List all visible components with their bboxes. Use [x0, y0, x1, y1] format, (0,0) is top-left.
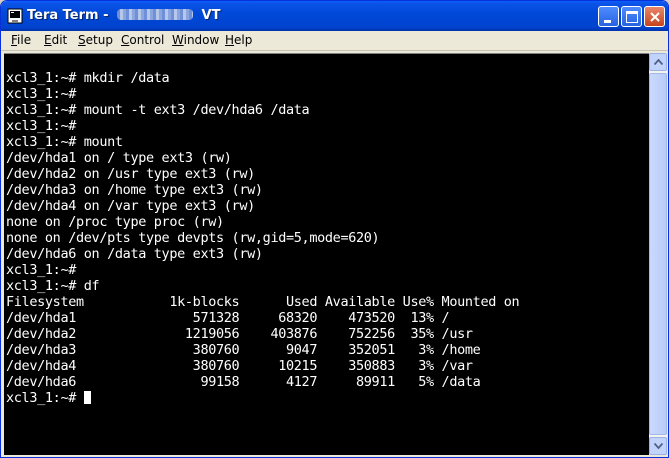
window-title: Tera Term - VT: [27, 8, 221, 23]
tera-term-app-icon[interactable]: [7, 8, 23, 24]
terminal-line: /dev/hda3 on /home type ext3 (rw): [6, 182, 263, 198]
close-button[interactable]: [644, 6, 665, 27]
menu-window[interactable]: Window: [172, 33, 219, 47]
terminal-line: none on /proc type proc (rw): [6, 214, 224, 230]
terminal-line: xcl3_1:~# mount: [6, 134, 123, 150]
minimize-icon: [604, 20, 611, 23]
terminal-line: /dev/hda6 on /data type ext3 (rw): [6, 246, 263, 262]
terminal-line: /dev/hda4 380760 10215 350883 3% /var: [6, 358, 473, 374]
scrollbar-thumb[interactable]: [649, 73, 667, 435]
terminal-line: xcl3_1:~#: [6, 86, 76, 102]
prompt-text: xcl3_1:~#: [6, 390, 84, 406]
text-cursor: [83, 391, 91, 404]
title-prefix: Tera Term -: [27, 8, 114, 23]
terminal-line: xcl3_1:~#: [6, 262, 76, 278]
terminal-prompt-line: xcl3_1:~#: [6, 390, 91, 406]
menu-bar: File Edit Setup Control Window Help: [1, 31, 668, 51]
terminal-line: /dev/hda2 on /usr type ext3 (rw): [6, 166, 255, 182]
terminal-line: /dev/hda2 1219056 403876 752256 35% /usr: [6, 326, 473, 342]
arrow-up-icon: [654, 59, 663, 65]
terminal-screen[interactable]: xcl3_1:~# mkdir /data xcl3_1:~# xcl3_1:~…: [4, 53, 649, 455]
terminal-line: xcl3_1:~# mount -t ext3 /dev/hda6 /data: [6, 102, 310, 118]
maximize-button[interactable]: [621, 6, 642, 27]
menu-control[interactable]: Control: [121, 33, 164, 47]
arrow-down-icon: [654, 443, 663, 449]
terminal-line: /dev/hda1 on / type ext3 (rw): [6, 150, 232, 166]
menu-file[interactable]: File: [11, 33, 31, 47]
terminal-line: none on /dev/pts type devpts (rw,gid=5,m…: [6, 230, 380, 246]
menu-edit[interactable]: Edit: [44, 33, 67, 47]
scroll-up-button[interactable]: [649, 53, 667, 71]
menu-help[interactable]: Help: [225, 33, 252, 47]
title-suffix: VT: [197, 8, 221, 23]
terminal-line: xcl3_1:~# mkdir /data: [6, 70, 170, 86]
scroll-down-button[interactable]: [649, 437, 667, 455]
terminal-line: /dev/hda3 380760 9047 352051 3% /home: [6, 342, 481, 358]
redacted-hostname: [117, 9, 194, 20]
vertical-scrollbar[interactable]: [649, 53, 667, 455]
terminal-line: xcl3_1:~#: [6, 118, 76, 134]
terminal-line: /dev/hda4 on /var type ext3 (rw): [6, 198, 255, 214]
minimize-button[interactable]: [598, 6, 619, 27]
tera-term-window: Tera Term - VT File Edit Setup Control W…: [0, 0, 669, 458]
close-icon: [650, 12, 660, 22]
title-bar[interactable]: Tera Term - VT: [1, 1, 668, 31]
terminal-line: xcl3_1:~# df: [6, 278, 100, 294]
menu-setup[interactable]: Setup: [78, 33, 113, 47]
maximize-icon: [626, 11, 638, 23]
terminal-line: Filesystem 1k-blocks Used Available Use%…: [6, 294, 520, 310]
terminal-line: /dev/hda6 99158 4127 89911 5% /data: [6, 374, 481, 390]
terminal-line: /dev/hda1 571328 68320 473520 13% /: [6, 310, 450, 326]
